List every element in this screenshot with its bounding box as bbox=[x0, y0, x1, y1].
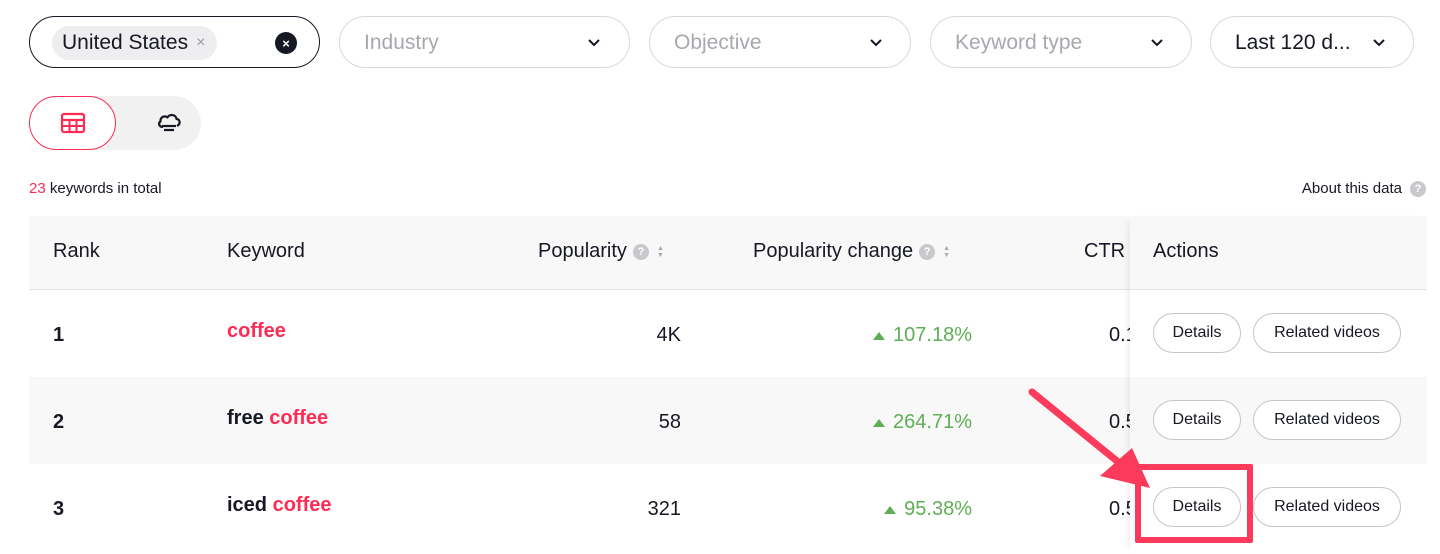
chevron-down-icon bbox=[588, 39, 600, 47]
keyword-type-filter[interactable]: Keyword type bbox=[930, 16, 1192, 68]
keyword-highlight: coffee bbox=[272, 494, 332, 516]
help-icon[interactable]: ? bbox=[632, 243, 649, 260]
about-data-label: About this data bbox=[1301, 180, 1402, 197]
rank-cell: 1 bbox=[53, 324, 65, 346]
industry-placeholder: Industry bbox=[364, 31, 439, 54]
keyword-prefix: free bbox=[227, 407, 270, 429]
popularity-cell: 58 bbox=[658, 411, 681, 433]
keyword-cell[interactable]: iced coffee bbox=[227, 494, 331, 517]
keyword-highlight: coffee bbox=[227, 320, 286, 342]
word-cloud-icon bbox=[158, 113, 181, 132]
view-toggle bbox=[29, 96, 201, 150]
up-arrow-icon bbox=[873, 331, 886, 340]
sort-icon[interactable]: ▲ ▼ bbox=[657, 245, 664, 259]
col-popularity-change-label: Popularity change bbox=[753, 240, 914, 262]
actions-header: Actions bbox=[1130, 216, 1427, 290]
chevron-down-icon bbox=[1373, 39, 1385, 47]
keyword-cell[interactable]: coffee bbox=[227, 320, 286, 343]
popularity-change-cell: 264.71% bbox=[873, 411, 972, 434]
up-arrow-icon bbox=[884, 505, 897, 514]
popularity-cell: 321 bbox=[647, 498, 681, 520]
sort-icon[interactable]: ▲ ▼ bbox=[943, 245, 950, 259]
table-icon bbox=[60, 112, 85, 134]
country-filter[interactable]: United States × × bbox=[29, 16, 320, 68]
chip-remove-icon[interactable]: × bbox=[196, 34, 205, 52]
date-range-value: Last 120 d... bbox=[1235, 31, 1351, 54]
rank-cell: 2 bbox=[53, 411, 65, 433]
popularity-change-cell: 95.38% bbox=[884, 498, 972, 521]
annotation-highlight-box bbox=[1135, 464, 1253, 543]
chevron-down-icon bbox=[870, 39, 882, 47]
industry-filter[interactable]: Industry bbox=[339, 16, 630, 68]
about-data-link[interactable]: About this data? bbox=[1302, 180, 1426, 197]
cloud-view-button[interactable] bbox=[139, 96, 199, 150]
ctr-cell: 0.5 bbox=[1109, 498, 1131, 520]
col-keyword: Keyword bbox=[227, 240, 305, 262]
keyword-type-placeholder: Keyword type bbox=[955, 31, 1083, 54]
up-arrow-icon bbox=[873, 418, 886, 427]
objective-filter[interactable]: Objective bbox=[649, 16, 911, 68]
popularity-change-value: 107.18% bbox=[893, 324, 972, 346]
details-button[interactable]: Details bbox=[1153, 400, 1241, 440]
keyword-total: 23 keywords in total bbox=[29, 180, 162, 197]
related-videos-button[interactable]: Related videos bbox=[1253, 400, 1401, 440]
col-popularity-change[interactable]: Popularity change ? ▲ ▼ bbox=[753, 240, 950, 263]
ctr-cell: 0.5 bbox=[1109, 411, 1131, 433]
col-popularity[interactable]: Popularity ? ▲ ▼ bbox=[538, 240, 664, 263]
country-chip[interactable]: United States × bbox=[52, 26, 218, 60]
col-actions: Actions bbox=[1153, 240, 1219, 262]
col-rank: Rank bbox=[53, 240, 100, 262]
popularity-change-cell: 107.18% bbox=[873, 324, 972, 347]
chevron-down-icon bbox=[1151, 39, 1163, 47]
keyword-total-label: keywords in total bbox=[45, 180, 162, 197]
country-chip-label: United States bbox=[62, 31, 189, 54]
actions-row: Details Related videos bbox=[1130, 377, 1427, 464]
popularity-change-value: 95.38% bbox=[904, 498, 972, 520]
help-icon[interactable]: ? bbox=[1410, 180, 1426, 197]
col-popularity-label: Popularity bbox=[538, 240, 627, 262]
popularity-change-value: 264.71% bbox=[893, 411, 972, 433]
keyword-highlight: coffee bbox=[269, 407, 329, 429]
keyword-cell[interactable]: free coffee bbox=[227, 407, 328, 430]
objective-placeholder: Objective bbox=[674, 31, 762, 54]
date-range-filter[interactable]: Last 120 d... bbox=[1210, 16, 1414, 68]
help-icon[interactable]: ? bbox=[919, 243, 936, 260]
details-button[interactable]: Details bbox=[1153, 313, 1241, 353]
col-ctr: CTR bbox=[1084, 240, 1126, 262]
related-videos-button[interactable]: Related videos bbox=[1253, 487, 1401, 527]
keyword-count: 23 bbox=[29, 180, 46, 197]
popularity-cell: 4K bbox=[656, 324, 681, 346]
table-view-button[interactable] bbox=[29, 96, 116, 150]
actions-row: Details Related videos bbox=[1130, 290, 1427, 377]
related-videos-button[interactable]: Related videos bbox=[1253, 313, 1401, 353]
clear-icon[interactable]: × bbox=[275, 32, 297, 54]
keyword-prefix: iced bbox=[227, 494, 273, 516]
ctr-cell: 0.1 bbox=[1109, 324, 1131, 346]
rank-cell: 3 bbox=[53, 498, 65, 520]
